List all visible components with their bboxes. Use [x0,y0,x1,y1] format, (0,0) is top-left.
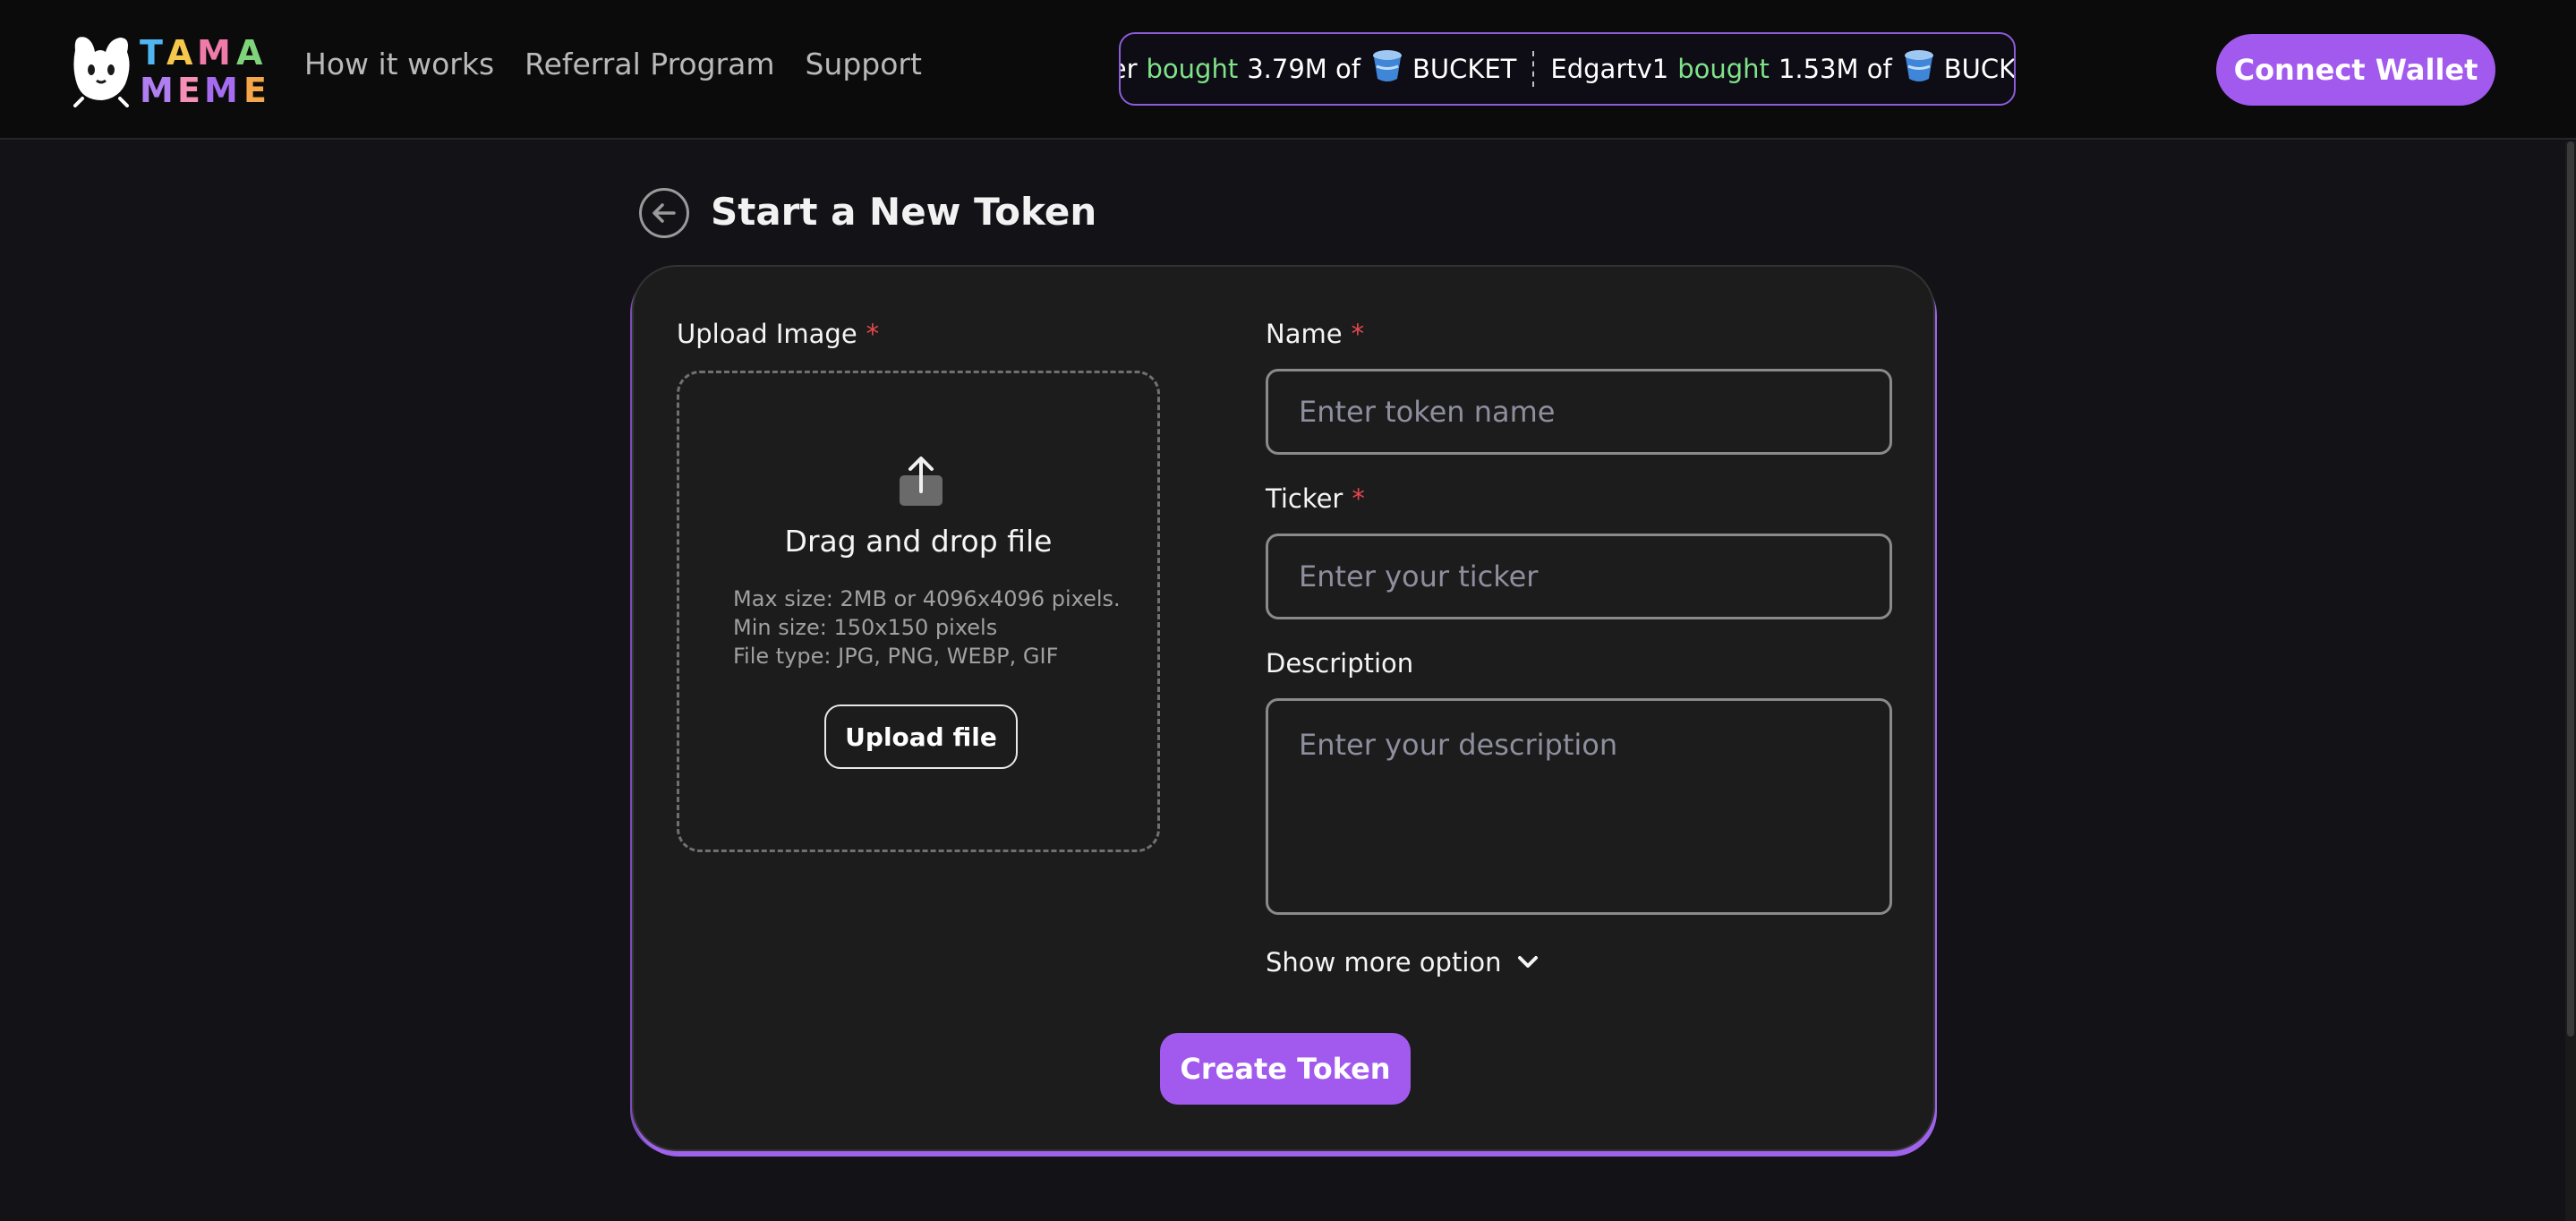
ticker-user: Edgartv1 [1550,54,1669,84]
description-textarea[interactable] [1266,698,1892,915]
chevron-down-icon [1517,956,1538,968]
upload-file-button[interactable]: Upload file [824,704,1018,769]
ticker-item[interactable]: alover bought 3.79M of BUCKET [1121,48,1517,90]
page-scrollbar[interactable] [2565,141,2576,1221]
svg-text:M: M [204,71,238,107]
show-more-option[interactable]: Show more option [1266,947,1540,978]
svg-text:E: E [243,71,267,107]
required-mark: * [866,319,880,349]
ticker-token: BUCKET [1412,54,1517,84]
upload-image-label-text: Upload Image [677,319,857,349]
svg-text:E: E [177,71,200,107]
scrollbar-thumb[interactable] [2567,141,2574,1037]
nav-support[interactable]: Support [805,47,921,81]
image-dropzone[interactable]: Drag and drop file Max size: 2MB or 4096… [677,371,1160,852]
bucket-token-icon [1903,48,1935,90]
svg-text:T: T [140,33,163,73]
svg-text:M: M [197,33,231,73]
ticker-label-text: Ticker [1266,483,1343,514]
nav-how-it-works[interactable]: How it works [304,47,494,81]
ticker-action: bought [1677,54,1770,84]
description-label-text: Description [1266,648,1414,679]
arrow-left-icon [653,203,676,223]
ticker-item[interactable]: Edgartv1 bought 1.53M of BUCKET [1550,48,2016,90]
connect-wallet-button[interactable]: Connect Wallet [2216,34,2495,106]
create-token-button[interactable]: Create Token [1160,1033,1411,1105]
ticker-user: alover [1121,54,1138,84]
page-title: Start a New Token [711,190,1097,234]
ticker-token: BUCKET [1943,54,2016,84]
tama-meme-logo[interactable]: T A M A M E M E [70,32,277,110]
show-more-label: Show more option [1266,947,1502,978]
name-label: Name * [1266,319,1364,349]
max-size-info: Max size: 2MB or 4096x4096 pixels. [733,586,1121,611]
svg-text:M: M [140,71,174,107]
activity-ticker: alover bought 3.79M of BUCKET Edgartv1 b… [1119,32,2016,106]
main-nav: How it works Referral Program Support [304,47,922,81]
svg-text:A: A [166,33,193,73]
dropzone-title: Drag and drop file [784,524,1053,559]
ticker-amount: 1.53M of [1778,54,1892,84]
top-header: T A M A M E M E How it works Referral Pr… [0,0,2576,140]
dropzone-info: Max size: 2MB or 4096x4096 pixels. Min s… [733,585,1121,670]
bucket-token-icon [1371,48,1403,90]
create-token-card: Upload Image * Drag and drop file Max siz… [632,265,1935,1151]
required-mark: * [1351,319,1365,349]
description-label: Description [1266,648,1413,679]
mascot-icon [73,37,130,107]
upload-image-label: Upload Image * [677,319,879,349]
ticker-separator [1532,51,1535,87]
back-button[interactable] [639,188,689,238]
ticker-label: Ticker * [1266,483,1365,514]
required-mark: * [1352,483,1365,514]
ticker-amount: 3.79M of [1247,54,1361,84]
file-type-info: File type: JPG, PNG, WEBP, GIF [733,644,1059,669]
token-name-input[interactable] [1266,369,1892,455]
svg-text:A: A [236,33,263,73]
min-size-info: Min size: 150x150 pixels [733,615,998,640]
ticker-input[interactable] [1266,534,1892,619]
name-label-text: Name [1266,319,1343,349]
ticker-action: bought [1146,54,1239,84]
nav-referral-program[interactable]: Referral Program [525,47,774,81]
upload-icon [898,456,944,508]
